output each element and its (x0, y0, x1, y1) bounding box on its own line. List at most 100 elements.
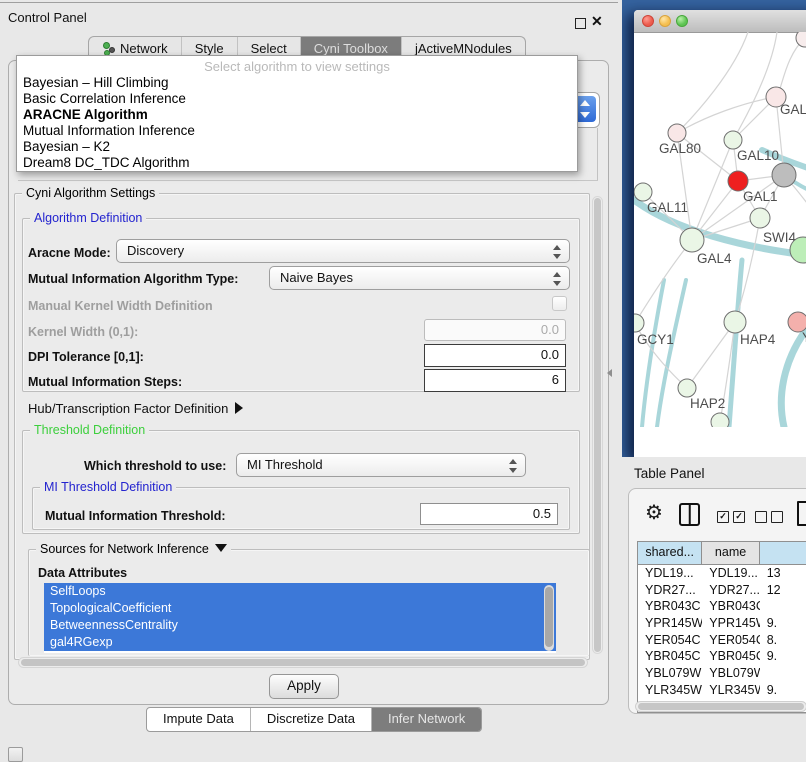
apply-button[interactable]: Apply (269, 674, 339, 699)
attribute-item-selfloops[interactable]: SelfLoops (44, 583, 556, 600)
table-cell: YDL19... (702, 565, 759, 582)
sources-title: Sources for Network Inference (40, 542, 209, 556)
network-edge (677, 97, 776, 133)
aracne-mode-select[interactable]: Discovery (116, 239, 570, 263)
cyni-algorithm-settings-label: Cyni Algorithm Settings (22, 186, 159, 200)
kernel-width-field[interactable]: 0.0 (424, 319, 566, 341)
table-row[interactable]: YBL079WYBL079W (638, 665, 806, 682)
network-node-hap2[interactable] (678, 379, 696, 397)
algorithm-option-dream8-dc-tdc-algorithm[interactable]: Dream8 DC_TDC Algorithm (17, 155, 577, 171)
unchecked-checkbox-icon[interactable] (771, 511, 783, 523)
table-cell: YPR145W (702, 615, 759, 632)
minimize-traffic-light-icon[interactable] (659, 15, 671, 27)
document-icon[interactable] (797, 501, 806, 526)
network-edge (733, 32, 777, 140)
table-panel-title: Table Panel (634, 466, 705, 481)
collapsed-arrow-icon (235, 402, 243, 414)
network-window-titlebar[interactable] (634, 10, 806, 33)
table-row[interactable]: YPR145WYPR145W9. (638, 615, 806, 632)
mi-threshold-field[interactable]: 0.5 (420, 503, 558, 525)
algorithm-option-mutual-information-inference[interactable]: Mutual Information Inference (17, 123, 577, 139)
column-header-name[interactable]: name (702, 542, 759, 564)
hub-definition-toggle[interactable]: Hub/Transcription Factor Definition (28, 401, 243, 416)
table-cell: 9. (760, 682, 806, 699)
network-view-window[interactable]: GALGAL80GAL10GAL11GAL1SWI4GAL4GCY1HAP4YH… (634, 10, 806, 457)
network-node-gal10[interactable] (724, 131, 742, 149)
data-attributes-list: SelfLoopsTopologicalCoefficientBetweenne… (44, 583, 556, 653)
sources-group-label[interactable]: Sources for Network Inference (36, 542, 231, 556)
mi-algorithm-type-value: Naive Bayes (280, 270, 353, 285)
table-horizontal-scrollbar[interactable] (635, 701, 806, 712)
network-node-gal80[interactable] (668, 124, 686, 142)
manual-kernel-label: Manual Kernel Width Definition (28, 299, 213, 313)
dpi-tolerance-field[interactable]: 0.0 (424, 344, 566, 367)
node-label-hap2: HAP2 (690, 396, 725, 411)
network-node-y[interactable] (788, 312, 806, 332)
table-cell: 9. (760, 648, 806, 665)
bottom-tab-bar: Impute DataDiscretize DataInfer Network (146, 707, 482, 732)
network-node-gcy1[interactable] (634, 314, 644, 332)
table-row[interactable]: YDR27...YDR27...12 (638, 582, 806, 599)
table-row[interactable]: YER054CYER054C8. (638, 632, 806, 649)
node-label-hap4: HAP4 (740, 332, 776, 347)
checked-checkbox-icon[interactable]: ✓ (717, 511, 729, 523)
column-header-2[interactable] (760, 542, 806, 564)
table-cell: 13 (760, 565, 806, 582)
split-divider-arrow-icon[interactable] (607, 369, 612, 377)
network-node[interactable] (711, 413, 729, 427)
algorithm-option-basic-correlation-inference[interactable]: Basic Correlation Inference (17, 91, 577, 107)
algorithm-option-bayesian-hill-climbing[interactable]: Bayesian – Hill Climbing (17, 75, 577, 91)
hub-definition-label: Hub/Transcription Factor Definition (28, 401, 228, 416)
bottom-tab-impute-data[interactable]: Impute Data (147, 708, 250, 731)
network-node[interactable] (728, 171, 748, 191)
network-graph[interactable]: GALGAL80GAL10GAL11GAL1SWI4GAL4GCY1HAP4YH… (634, 32, 806, 427)
table-row[interactable]: YBR043CYBR043C (638, 598, 806, 615)
network-node-gal1[interactable] (750, 208, 770, 228)
table-row[interactable]: YLR345WYLR345W9. (638, 682, 806, 699)
algorithm-definition-label: Algorithm Definition (30, 211, 146, 225)
close-traffic-light-icon[interactable] (642, 15, 654, 27)
mi-algorithm-type-select[interactable]: Naive Bayes (269, 266, 570, 290)
zoom-traffic-light-icon[interactable] (676, 15, 688, 27)
network-node[interactable] (772, 163, 796, 187)
float-window-icon[interactable] (575, 18, 586, 29)
table-row[interactable]: YBR045CYBR045C9. (638, 648, 806, 665)
close-icon[interactable]: ✕ (591, 13, 603, 30)
attribute-item-topologicalcoefficient[interactable]: TopologicalCoefficient (44, 600, 556, 617)
mi-steps-field[interactable]: 6 (424, 369, 566, 392)
mi-steps-label: Mutual Information Steps: (28, 375, 182, 389)
attributes-scrollbar[interactable] (544, 585, 554, 651)
aracne-mode-label: Aracne Mode: (28, 246, 111, 260)
bottom-tab-discretize-data[interactable]: Discretize Data (250, 708, 371, 731)
threshold-definition-label: Threshold Definition (30, 423, 149, 437)
minimized-panel-icon[interactable] (8, 747, 23, 762)
algorithm-option-bayesian-k2[interactable]: Bayesian – K2 (17, 139, 577, 155)
stepper-icon (553, 271, 562, 287)
table-row[interactable]: YDL19...YDL19...13 (638, 565, 806, 582)
unchecked-checkbox-icon[interactable] (755, 511, 767, 523)
network-node[interactable] (796, 32, 806, 47)
expanded-arrow-icon (215, 544, 227, 552)
settings-vertical-scrollbar[interactable] (592, 196, 603, 654)
node-label-gal4: GAL4 (697, 251, 732, 266)
node-label-gal80: GAL80 (659, 141, 701, 156)
manual-kernel-checkbox[interactable] (552, 296, 567, 311)
attribute-item-betweennesscentrality[interactable]: BetweennessCentrality (44, 617, 556, 634)
table-cell: YER054C (638, 632, 702, 649)
settings-horizontal-scrollbar[interactable] (18, 657, 588, 668)
mi-threshold-label: Mutual Information Threshold: (45, 509, 226, 523)
algorithm-option-aracne-algorithm[interactable]: ARACNE Algorithm (17, 107, 577, 123)
which-threshold-select[interactable]: MI Threshold (236, 453, 526, 477)
algorithm-dropdown-popup: Select algorithm to view settings Bayesi… (16, 55, 578, 172)
gear-icon[interactable]: ⚙ (645, 503, 663, 523)
columns-icon[interactable] (679, 503, 700, 526)
checked-checkbox-icon[interactable]: ✓ (733, 511, 745, 523)
network-node-gal11[interactable] (634, 183, 652, 201)
network-node-hap4[interactable] (724, 311, 746, 333)
attribute-item-gal4rgexp[interactable]: gal4RGexp (44, 634, 556, 651)
column-header-shared[interactable]: shared... (638, 542, 702, 564)
bottom-tab-infer-network[interactable]: Infer Network (371, 708, 481, 731)
table-cell: 8. (760, 632, 806, 649)
table-cell: YPR145W (638, 615, 702, 632)
network-node-gal4[interactable] (680, 228, 704, 252)
